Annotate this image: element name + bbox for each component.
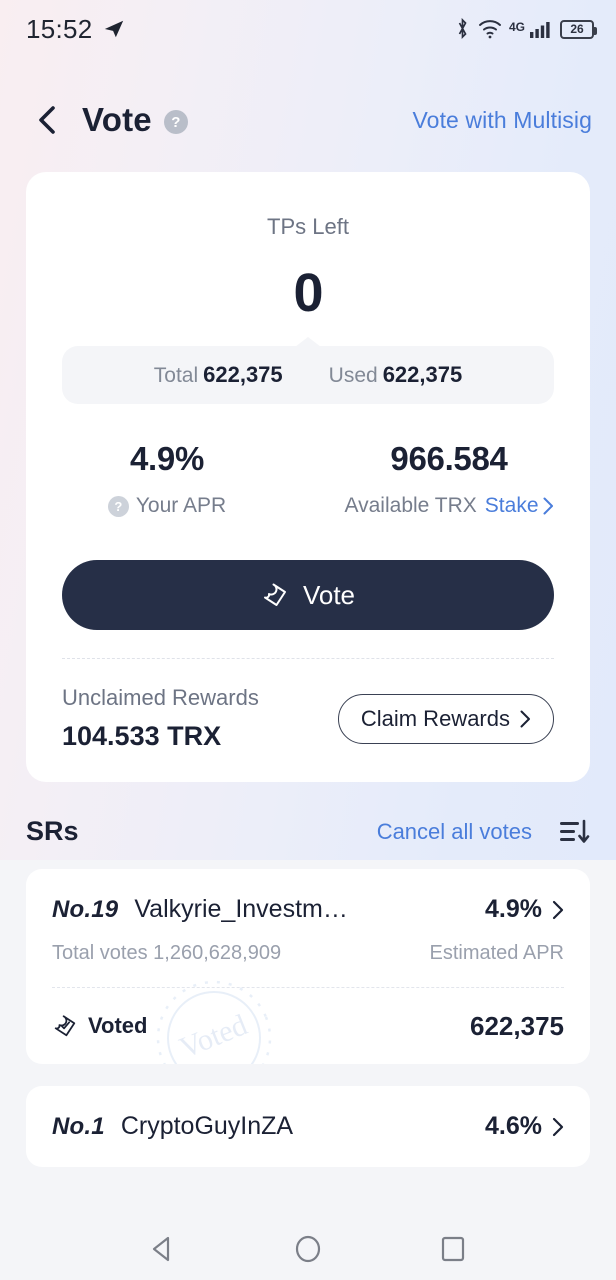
chevron-right-icon xyxy=(543,497,553,515)
summary-card: TPs Left 0 Total 622,375 Used 622,375 4.9%… xyxy=(26,172,590,782)
trx-label-row: Available TRX Stake xyxy=(308,494,590,518)
total-value: 622,375 xyxy=(203,362,283,387)
ballot-icon xyxy=(263,583,286,606)
sr-primary-row: No.1 CryptoGuyInZA 4.6% xyxy=(52,1112,564,1141)
stats-row: 4.9% ? Your APR 966.584 Available TRX St… xyxy=(26,440,590,518)
voted-amount: 622,375 xyxy=(470,1010,564,1041)
totals-pill: Total 622,375 Used 622,375 xyxy=(62,346,554,404)
cancel-all-votes-link[interactable]: Cancel all votes xyxy=(377,819,532,845)
wifi-icon xyxy=(478,20,501,39)
used-value: 622,375 xyxy=(382,362,463,387)
voted-status: Voted xyxy=(52,1013,147,1039)
chevron-right-icon xyxy=(520,710,530,727)
sr-total-votes: Total votes 1,260,628,909 xyxy=(52,942,281,965)
card-divider xyxy=(62,658,554,659)
tps-left-label: TPs Left xyxy=(267,214,349,239)
sr-list-item[interactable]: No.19 Valkyrie_Investm… 4.9% Total votes… xyxy=(26,869,590,1064)
signal-icon xyxy=(530,22,550,38)
chevron-right-icon xyxy=(552,900,564,919)
apr-value: 4.9% xyxy=(129,440,205,477)
sr-apr-value: 4.9% xyxy=(485,895,542,923)
sr-voted-row: Voted Voted 622,375 xyxy=(52,980,564,1064)
apr-label-row: ? Your APR xyxy=(26,494,308,518)
apr-label: Your APR xyxy=(135,494,227,517)
ballot-check-icon xyxy=(54,1015,76,1037)
claim-rewards-button[interactable]: Claim Rewards xyxy=(337,693,554,744)
sr-name: CryptoGuyInZA xyxy=(120,1112,294,1140)
network-type-label: 4G xyxy=(508,20,525,34)
used-label: Used xyxy=(328,364,378,387)
app-screen: 15:52 4G 26 Vote ? Vote with Multisig TP… xyxy=(0,0,616,1280)
rewards-row: Unclaimed Rewards 104.533 TRX Claim Rewa… xyxy=(62,685,554,752)
sort-descending-icon xyxy=(560,819,590,843)
android-navigation-bar xyxy=(0,1218,616,1280)
available-trx-value: 966.584 xyxy=(390,440,508,477)
rewards-text-group: Unclaimed Rewards 104.533 TRX xyxy=(62,685,259,752)
trx-stat: 966.584 Available TRX Stake xyxy=(308,440,590,518)
unclaimed-rewards-value: 104.533 TRX xyxy=(62,721,222,751)
claim-rewards-label: Claim Rewards xyxy=(360,705,510,731)
voted-stamp-watermark: Voted xyxy=(156,980,272,1064)
sr-rank: No.1 xyxy=(52,1113,105,1140)
status-time: 15:52 xyxy=(26,13,93,44)
sr-estimated-apr-label: Estimated APR xyxy=(429,942,564,964)
sr-total-votes-label: Total votes xyxy=(52,942,148,964)
chevron-left-icon xyxy=(39,106,55,134)
sort-button[interactable] xyxy=(558,817,590,847)
apr-help-icon[interactable]: ? xyxy=(107,495,129,517)
unclaimed-rewards-label: Unclaimed Rewards xyxy=(62,685,259,710)
sr-apr-group: 4.6% xyxy=(485,1112,564,1141)
vote-button[interactable]: Vote xyxy=(62,560,554,630)
nav-back-button[interactable] xyxy=(148,1234,178,1264)
sr-rank: No.19 xyxy=(52,896,119,923)
srs-section-header: SRs Cancel all votes xyxy=(26,816,590,847)
sr-secondary-row: Total votes 1,260,628,909 Estimated APR xyxy=(52,942,564,965)
status-bar: 15:52 4G 26 xyxy=(0,0,616,58)
status-bar-left: 15:52 xyxy=(26,14,125,45)
sr-list-item[interactable]: No.1 CryptoGuyInZA 4.6% xyxy=(26,1086,590,1167)
vote-with-multisig-link[interactable]: Vote with Multisig xyxy=(413,107,593,134)
vote-button-label: Vote xyxy=(302,579,356,610)
battery-level: 26 xyxy=(570,22,584,36)
back-triangle-icon xyxy=(152,1236,169,1262)
tps-left-value: 0 xyxy=(293,263,323,323)
status-bar-right: 4G 26 xyxy=(454,18,597,40)
page-header: Vote ? Vote with Multisig xyxy=(0,84,616,156)
back-button[interactable] xyxy=(30,103,64,137)
voted-label: Voted xyxy=(88,1013,148,1038)
sr-apr-group: 4.9% xyxy=(485,895,564,924)
used-stat: Used 622,375 xyxy=(329,362,463,388)
stake-link[interactable]: Stake xyxy=(485,494,554,518)
available-trx-label: Available TRX xyxy=(344,494,477,517)
help-icon[interactable]: ? xyxy=(163,110,188,134)
nav-recents-button[interactable] xyxy=(438,1234,468,1264)
bluetooth-icon xyxy=(458,18,467,40)
sr-primary-row: No.19 Valkyrie_Investm… 4.9% xyxy=(52,895,564,924)
home-circle-icon xyxy=(295,1235,321,1263)
chevron-right-icon xyxy=(552,1117,564,1136)
page-title: Vote xyxy=(82,101,152,138)
sr-name: Valkyrie_Investm… xyxy=(134,895,348,923)
battery-icon: 26 xyxy=(560,19,597,39)
total-stat: Total 622,375 xyxy=(154,362,283,388)
sr-total-votes-value: 1,260,628,909 xyxy=(153,942,282,964)
total-label: Total xyxy=(153,364,199,387)
nav-home-button[interactable] xyxy=(293,1234,323,1264)
voted-stamp-text: Voted xyxy=(175,1008,252,1064)
recents-square-icon xyxy=(442,1236,465,1262)
apr-stat: 4.9% ? Your APR xyxy=(26,440,308,518)
totals-pill-wrapper: Total 622,375 Used 622,375 xyxy=(62,337,554,404)
stake-link-label: Stake xyxy=(484,494,539,517)
srs-title: SRs xyxy=(26,816,79,846)
sr-apr-value: 4.6% xyxy=(485,1112,542,1140)
telegram-icon xyxy=(104,20,123,38)
